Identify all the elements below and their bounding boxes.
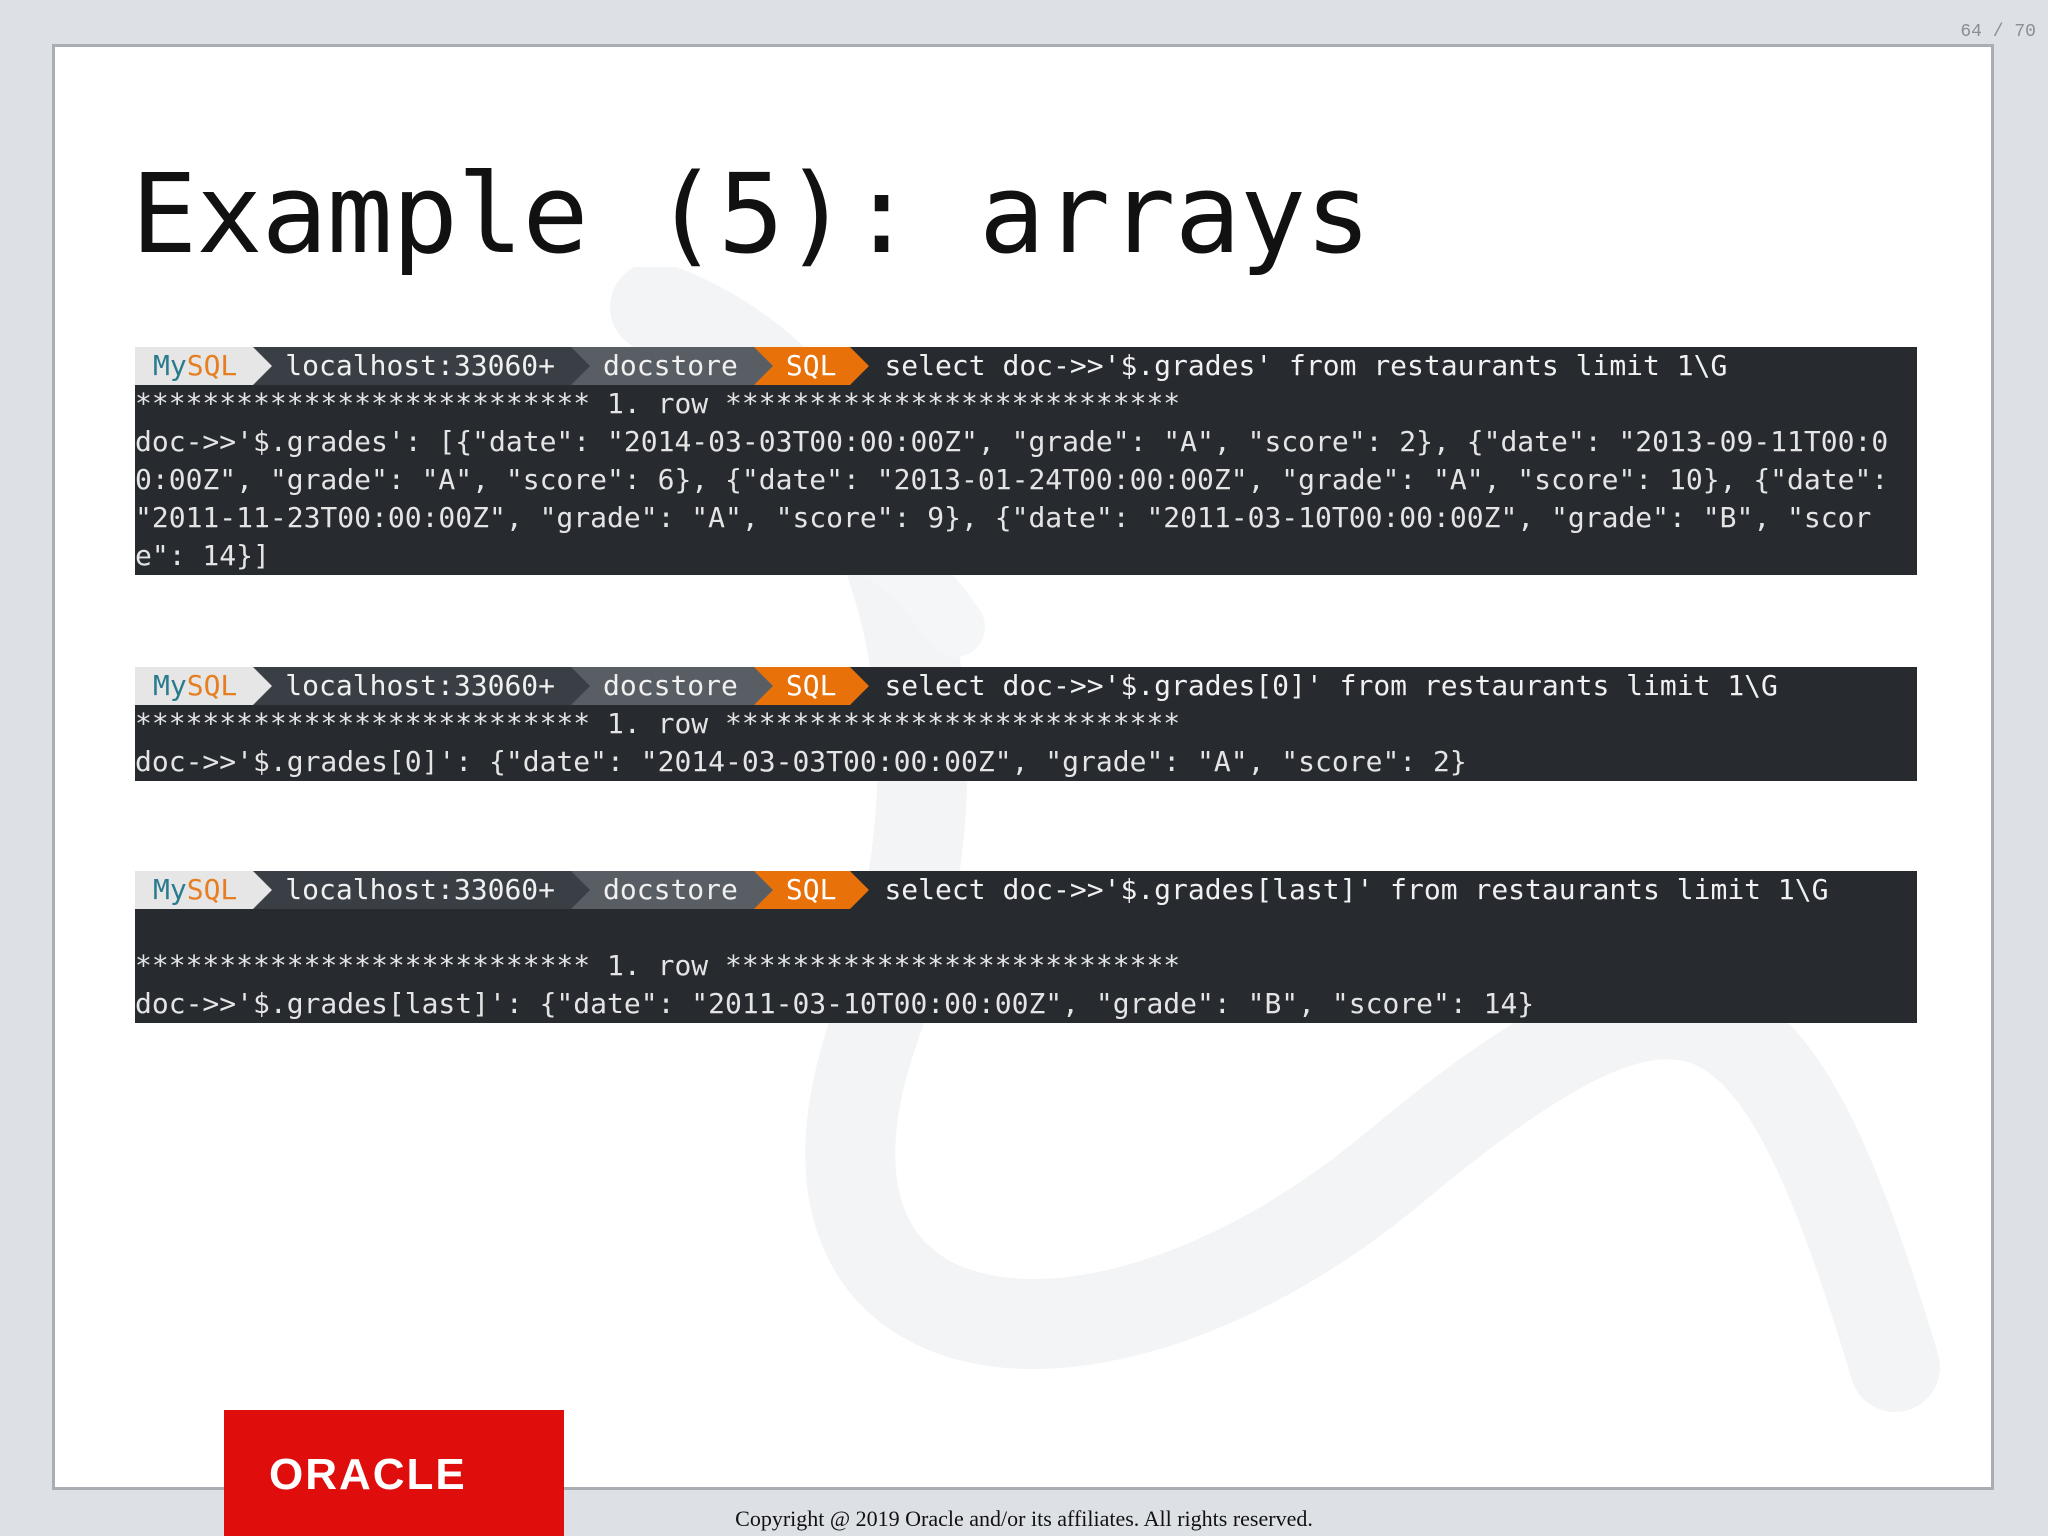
sql-command: select doc->>'$.grades[last]' from resta… xyxy=(884,873,1829,906)
slide: Example (5): arrays My SQL localhost:3306… xyxy=(52,44,1994,1490)
row-separator: *************************** 1. row *****… xyxy=(135,949,1181,982)
prompt-host-segment: localhost:33060+ xyxy=(253,667,591,705)
prompt-mysql-segment: My SQL xyxy=(135,871,273,909)
terminal-panel-2: My SQL localhost:33060+ docstore SQL sele… xyxy=(135,667,1917,781)
prompt-line: My SQL localhost:33060+ docstore SQL sele… xyxy=(135,871,1917,909)
terminal-panel-3: My SQL localhost:33060+ docstore SQL sele… xyxy=(135,871,1917,1023)
prompt-line: My SQL localhost:33060+ docstore SQL sele… xyxy=(135,667,1917,705)
prompt-host-segment: localhost:33060+ xyxy=(253,871,591,909)
slide-title: Example (5): arrays xyxy=(131,150,1371,278)
prompt-mysql-segment: My SQL xyxy=(135,667,273,705)
oracle-logo-wordmark: ORACLE xyxy=(269,1451,467,1495)
row-separator: *************************** 1. row *****… xyxy=(135,387,1181,420)
query-output: doc->>'$.grades[0]': {"date": "2014-03-0… xyxy=(135,745,1467,778)
prompt-mysql-segment: My SQL xyxy=(135,347,273,385)
query-output: doc->>'$.grades[last]': {"date": "2011-0… xyxy=(135,987,1535,1020)
prompt-db-segment: docstore xyxy=(571,871,773,909)
prompt-host-segment: localhost:33060+ xyxy=(253,347,591,385)
sql-command: select doc->>'$.grades[0]' from restaura… xyxy=(884,669,1778,702)
prompt-db-segment: docstore xyxy=(571,667,773,705)
prompt-line: My SQL localhost:33060+ docstore SQL sele… xyxy=(135,347,1917,385)
copyright-footer: Copyright @ 2019 Oracle and/or its affil… xyxy=(735,1506,1313,1531)
row-separator: *************************** 1. row *****… xyxy=(135,707,1181,740)
svg-text:ORACLE: ORACLE xyxy=(269,1451,467,1495)
query-output: doc->>'$.grades': [{"date": "2014-03-03T… xyxy=(135,425,1906,572)
prompt-db-segment: docstore xyxy=(571,347,773,385)
sql-command: select doc->>'$.grades' from restaurants… xyxy=(884,349,1728,382)
page-counter: 64 / 70 xyxy=(1960,22,2036,42)
terminal-panel-1: My SQL localhost:33060+ docstore SQL sele… xyxy=(135,347,1917,575)
